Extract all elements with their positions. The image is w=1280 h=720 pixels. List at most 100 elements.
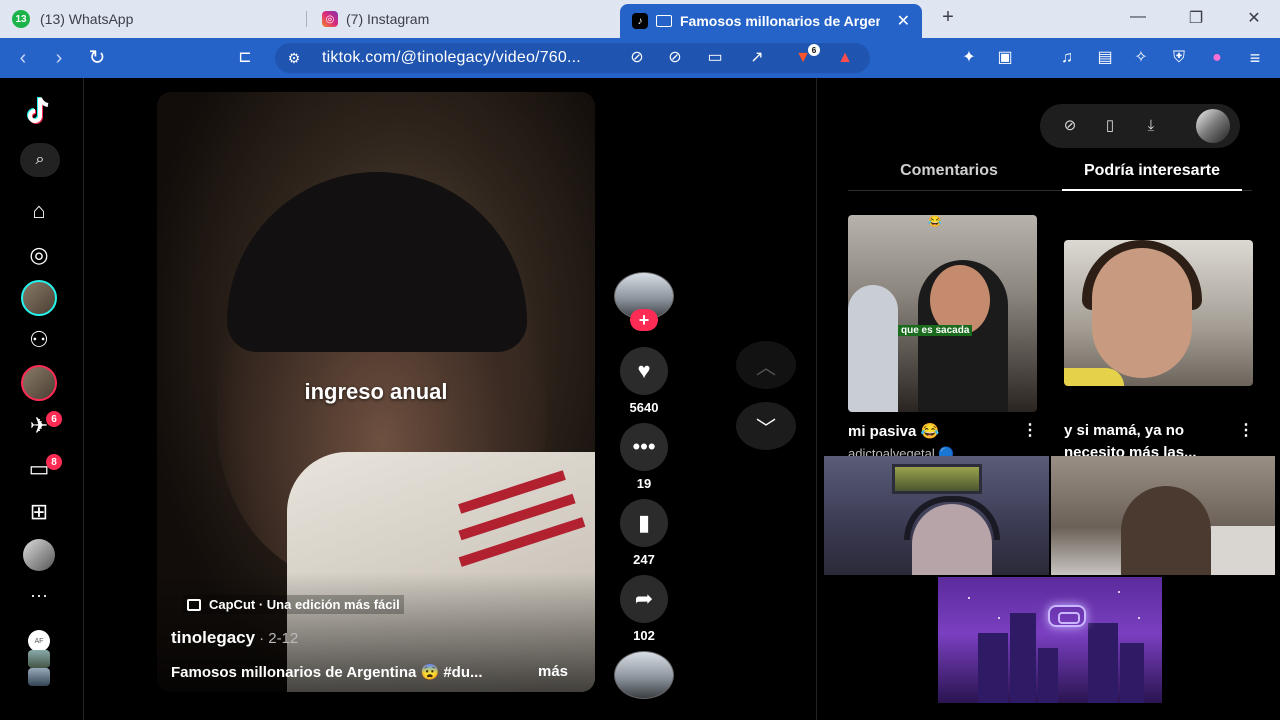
- recommended-thumb-2[interactable]: [1064, 240, 1253, 386]
- previous-video-button[interactable]: ︿: [736, 341, 796, 389]
- tab-comments[interactable]: Comentarios: [848, 162, 1050, 180]
- more-link[interactable]: más: [538, 663, 568, 680]
- video-overlay-caption: ingreso anual: [304, 379, 448, 404]
- audio-off-icon[interactable]: ⊘: [626, 47, 648, 69]
- recommended-thumb-1[interactable]: 😂 que es sacada: [848, 215, 1037, 412]
- reload-icon[interactable]: ↻: [86, 47, 108, 69]
- thumb-emoji: 😂: [928, 216, 942, 228]
- mini-avatar-1[interactable]: AF: [28, 630, 50, 652]
- restore-button[interactable]: ❐: [1185, 8, 1207, 28]
- author-name[interactable]: tinolegacy: [171, 628, 255, 647]
- user-avatar[interactable]: [1196, 109, 1230, 143]
- like-button[interactable]: ♥: [614, 347, 674, 395]
- sound-avatar[interactable]: [614, 651, 674, 699]
- tab-you-may-like[interactable]: Podría interesarte: [1062, 162, 1242, 180]
- follow-button[interactable]: +: [630, 309, 658, 331]
- music-icon[interactable]: ♫: [1056, 47, 1078, 69]
- capcut-icon: [187, 598, 201, 611]
- wallet-icon[interactable]: ▤: [1094, 47, 1116, 69]
- video-player[interactable]: ingreso anual CapCut · Una edición más f…: [157, 92, 595, 692]
- save-button[interactable]: ▮: [614, 499, 674, 547]
- new-tab-button[interactable]: +: [937, 6, 959, 29]
- instagram-icon: ◎: [322, 11, 338, 27]
- star: [968, 597, 970, 599]
- address-text: tiktok.com/@tinolegacy/video/760...: [322, 49, 581, 66]
- more-icon[interactable]: ···: [22, 578, 56, 612]
- reader-icon[interactable]: ▣: [994, 47, 1016, 69]
- close-tab-icon[interactable]: ✕: [897, 11, 910, 31]
- following-avatar[interactable]: [21, 280, 57, 316]
- browser-toolbar: ‹ › ↻ ⊏ ⚙ ⊘ ⊘ ▭ ↗ ▼ 6 ▲ ✦ ▣ ♫ ▤ ✧ ⛨ ● ≡: [0, 38, 1280, 78]
- tab-separator: [306, 11, 307, 27]
- panel-divider: [816, 78, 817, 720]
- extensions-icon[interactable]: ✦: [958, 47, 980, 69]
- tab-preview-icon: [656, 15, 672, 27]
- star: [1138, 617, 1140, 619]
- menu-icon[interactable]: ≡: [1244, 47, 1266, 69]
- city-building: [1120, 643, 1144, 703]
- card-title-1[interactable]: mi pasiva 😂: [848, 422, 939, 440]
- search-icon[interactable]: ⌕: [20, 143, 60, 177]
- thumb-subtitle: que es sacada: [898, 325, 973, 336]
- card-options-icon[interactable]: ⋮: [1022, 420, 1038, 440]
- headphones-icon: [904, 496, 1000, 540]
- tiktok-sidebar: ⌕ ⌂ ◎ ⚇ ✈ 6 ▭ 8 ⊞ ··· AF: [0, 78, 84, 720]
- rewards-icon[interactable]: ▲: [834, 47, 856, 69]
- city-building: [1038, 648, 1058, 703]
- card-title-2[interactable]: y si mamá, ya no: [1064, 422, 1184, 439]
- share-arrow-icon: ➦: [620, 575, 668, 623]
- leo-ai-icon[interactable]: ✧: [1130, 47, 1152, 69]
- site-settings-icon[interactable]: ⚙: [283, 47, 305, 69]
- share-button[interactable]: ➦: [614, 575, 674, 623]
- tab-whatsapp[interactable]: 13 (13) WhatsApp: [12, 4, 302, 34]
- capcut-link[interactable]: CapCut · Una edición más fácil: [183, 595, 404, 614]
- webcam-feed-2: [1051, 456, 1275, 575]
- thumb-face: [1092, 248, 1192, 378]
- next-video-button[interactable]: ﹀: [736, 402, 796, 450]
- inbox-badge: 6: [46, 411, 62, 427]
- tab-instagram[interactable]: ◎ (7) Instagram: [322, 4, 612, 34]
- vpn-icon[interactable]: ⛨: [1168, 47, 1190, 69]
- whatsapp-badge: 13: [12, 10, 30, 28]
- autoscroll-icon[interactable]: ⊘: [1059, 115, 1081, 137]
- share-count: 102: [633, 628, 655, 643]
- mini-avatar-2[interactable]: [28, 650, 50, 668]
- comment-count: 19: [636, 476, 652, 491]
- minimize-button[interactable]: —: [1127, 8, 1149, 26]
- share-icon[interactable]: ↗: [746, 47, 768, 69]
- friends-icon[interactable]: ⚇: [22, 323, 56, 357]
- tiktok-logo-icon[interactable]: [22, 94, 56, 128]
- comment-button[interactable]: •••: [614, 423, 674, 471]
- tab-tiktok-active[interactable]: ♪ Famosos millonarios de Argen ✕: [620, 4, 922, 38]
- home-icon[interactable]: ⌂: [22, 194, 56, 228]
- close-window-button[interactable]: ✕: [1243, 8, 1265, 28]
- forward-icon[interactable]: ›: [48, 47, 70, 69]
- heart-icon: ♥: [620, 347, 668, 395]
- explore-icon[interactable]: ◎: [22, 238, 56, 272]
- cast-icon[interactable]: ▭: [704, 47, 726, 69]
- device-icon[interactable]: ▯: [1099, 115, 1121, 137]
- city-building: [978, 633, 1008, 703]
- download-icon[interactable]: ⤓: [1140, 115, 1162, 137]
- tracking-off-icon[interactable]: ⊘: [664, 47, 686, 69]
- thumb-accent: [1064, 368, 1124, 386]
- like-count: 5640: [629, 400, 659, 415]
- capcut-label: CapCut · Una edición más fácil: [209, 597, 400, 612]
- comment-icon: •••: [620, 423, 668, 471]
- shields-badge: 6: [808, 44, 820, 56]
- profile-icon[interactable]: ●: [1206, 47, 1228, 69]
- profile-avatar[interactable]: [23, 539, 55, 571]
- video-author[interactable]: tinolegacy · 2-12: [171, 628, 298, 648]
- mini-avatar-3[interactable]: [28, 668, 50, 686]
- webcam-feed-3: [938, 577, 1162, 703]
- video-date: · 2-12: [259, 630, 299, 647]
- robot-logo-icon: [1048, 605, 1086, 627]
- cam-bed: [1201, 526, 1275, 575]
- back-icon[interactable]: ‹: [12, 47, 34, 69]
- card-options-icon[interactable]: ⋮: [1238, 420, 1254, 440]
- live-avatar[interactable]: [21, 365, 57, 401]
- bookmark-icon[interactable]: ⊏: [234, 47, 256, 69]
- upload-icon[interactable]: ⊞: [22, 495, 56, 529]
- webcam-feed-1: [824, 456, 1049, 575]
- video-description: Famosos millonarios de Argentina 😨 #du..…: [171, 664, 483, 681]
